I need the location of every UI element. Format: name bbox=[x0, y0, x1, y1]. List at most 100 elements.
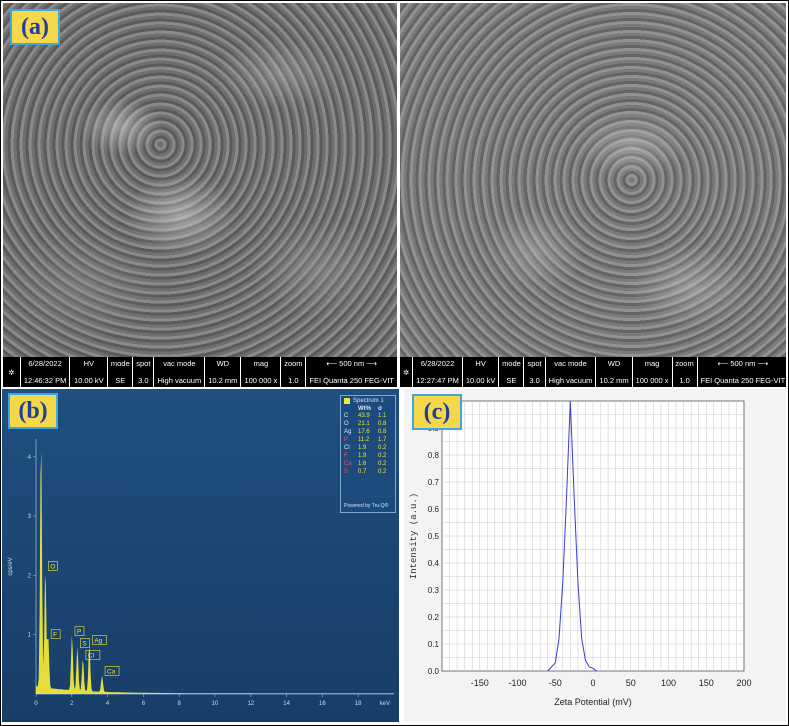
zoom-value: 1.0 bbox=[288, 376, 299, 385]
y-tick-label: 0.6 bbox=[428, 505, 440, 514]
sem-image-left: (a) ✲ 6/28/2022 12:46:32 PM HV 10.00 kV mo… bbox=[3, 3, 397, 387]
legend-row: O 21.1 0.8 bbox=[341, 420, 395, 428]
legend-row: S 0.7 0.2 bbox=[341, 468, 395, 476]
sem-image-right: ✲ 6/28/2022 12:27:47 PM HV 10.00 kV mode SE… bbox=[400, 3, 786, 387]
legend-weight: 21.1 bbox=[358, 421, 370, 427]
peak-label: Cl bbox=[88, 652, 95, 659]
x-tick-label: -100 bbox=[508, 678, 526, 688]
peak-label: Ca bbox=[107, 668, 116, 675]
legend-element: F bbox=[344, 453, 348, 459]
legend-sigma: 0.2 bbox=[378, 461, 387, 467]
wd-value: 10.2 mm bbox=[208, 376, 238, 385]
spot-value: 3.0 bbox=[138, 376, 149, 385]
legend-row: P 11.2 1.7 bbox=[341, 436, 395, 444]
wd-label: WD bbox=[607, 359, 621, 368]
y-tick-label: 0.8 bbox=[428, 451, 440, 460]
sem-time: 12:27:47 PM bbox=[416, 376, 459, 385]
legend-weight: 17.6 bbox=[358, 429, 370, 435]
mag-value: 100 000 x bbox=[635, 376, 669, 385]
x-tick-label: 10 bbox=[212, 701, 219, 707]
y-tick-label: 1 bbox=[28, 633, 32, 639]
scale-text: 500 nm bbox=[339, 359, 365, 368]
x-tick-label: 0 bbox=[590, 678, 595, 688]
legend-sigma: 1.1 bbox=[378, 413, 387, 419]
fei-logo-icon: ✲ bbox=[3, 357, 21, 387]
vac-value: High vacuum bbox=[157, 376, 202, 385]
vac-label: vac mode bbox=[163, 359, 196, 368]
legend-row: Cl 1.9 0.2 bbox=[341, 444, 395, 452]
x-tick-label: -50 bbox=[549, 678, 562, 688]
y-tick-label: 0.7 bbox=[428, 478, 440, 487]
sem-date: 6/28/2022 bbox=[28, 359, 62, 368]
x-tick-label: 2 bbox=[70, 701, 74, 707]
eds-spectrum-panel: 0 2 4 6 8 10 12 14 16 18 keV 1 2 3 4 cps/eV O F P S Cl Ag Ca (… bbox=[2, 389, 399, 722]
vac-value: High vacuum bbox=[548, 376, 593, 385]
spot-label: spot bbox=[527, 359, 542, 368]
x-tick-label: 8 bbox=[178, 701, 182, 707]
sem-info-bar: ✲ 6/28/2022 12:27:47 PM HV 10.00 kV mode SE… bbox=[400, 357, 786, 387]
legend-rows: C 43.9 1.1 O 21.1 0.8 Ag 17.6 0.8 P 11.2 1.7 Cl 1.9 0.… bbox=[341, 412, 395, 476]
wt-header: Wt% bbox=[358, 406, 371, 412]
hv-label: HV bbox=[83, 359, 95, 368]
legend-weight: 1.9 bbox=[358, 445, 367, 451]
fei-logo-icon: ✲ bbox=[400, 357, 414, 387]
y-tick-label: 0.4 bbox=[428, 559, 440, 568]
y-tick-label: 0.5 bbox=[428, 532, 440, 541]
zeta-potential-panel: -150 -100 -50 0 50 100 150 200 0.0 0.1 0.2 0.3 0.4 0.… bbox=[404, 389, 786, 722]
legend-sigma: 0.2 bbox=[378, 445, 387, 451]
mag-label: mag bbox=[644, 359, 660, 368]
x-axis-label: Zeta Potential (mV) bbox=[554, 697, 632, 707]
legend-element: S bbox=[344, 469, 349, 475]
legend-row: Ca 1.6 0.2 bbox=[341, 460, 395, 468]
legend-row: F 1.9 0.2 bbox=[341, 452, 395, 460]
mode-value: SE bbox=[506, 376, 517, 385]
y-tick-label: 0.2 bbox=[428, 613, 440, 622]
y-tick-label: 0.1 bbox=[428, 640, 440, 649]
y-tick-label: 0.0 bbox=[428, 667, 440, 676]
x-tick-label: 150 bbox=[699, 678, 714, 688]
x-tick-label: -150 bbox=[471, 678, 489, 688]
legend-title: Spectrum 1 bbox=[353, 398, 384, 404]
peak-label: Ag bbox=[94, 638, 102, 645]
hv-value: 10.00 kV bbox=[74, 376, 104, 385]
sem-micrograph bbox=[400, 3, 786, 357]
x-tick-label: 16 bbox=[319, 701, 326, 707]
spot-value: 3.0 bbox=[529, 376, 540, 385]
sem-time: 12:46:32 PM bbox=[23, 376, 67, 385]
x-tick-label: 100 bbox=[661, 678, 676, 688]
sem-date: 6/28/2022 bbox=[420, 359, 455, 368]
panel-c-label: (c) bbox=[412, 394, 462, 430]
zoom-label: zoom bbox=[284, 359, 303, 368]
legend-sigma: 0.8 bbox=[378, 421, 387, 427]
powered-by: Powered by Tru-Q® bbox=[344, 503, 389, 509]
sigma-header: σ bbox=[378, 406, 383, 412]
peak-label: P bbox=[77, 629, 81, 636]
y-axis-label: Intensity (a.u.) bbox=[409, 493, 419, 579]
y-tick-label: 4 bbox=[28, 455, 32, 461]
legend-element: C bbox=[344, 413, 349, 419]
spot-label: spot bbox=[136, 359, 151, 368]
y-axis-label: cps/eV bbox=[8, 557, 14, 575]
eds-legend: Spectrum 1 Wt% σ C 43.9 1.1 O 21.1 0.8 Ag 17.6 0… bbox=[340, 395, 396, 513]
legend-swatch bbox=[344, 398, 350, 404]
vac-label: vac mode bbox=[554, 359, 587, 368]
mag-value: 100 000 x bbox=[244, 376, 278, 385]
legend-element: Ag bbox=[344, 429, 352, 435]
hv-value: 10.00 kV bbox=[465, 376, 496, 385]
legend-weight: 0.7 bbox=[358, 469, 367, 475]
panel-a-label: (a) bbox=[10, 9, 60, 45]
peak-label: O bbox=[50, 563, 55, 570]
legend-sigma: 1.7 bbox=[378, 437, 387, 443]
legend-weight: 1.6 bbox=[358, 461, 367, 467]
y-tick-label: 0.3 bbox=[428, 586, 440, 595]
panel-b-label: (b) bbox=[8, 393, 58, 429]
x-tick-label: 18 bbox=[355, 701, 362, 707]
legend-element: O bbox=[344, 421, 349, 427]
y-tick-label: 3 bbox=[28, 514, 32, 520]
sem-micrograph bbox=[3, 3, 397, 357]
mode-value: SE bbox=[115, 376, 126, 385]
x-tick-label: 12 bbox=[247, 701, 254, 707]
wd-label: WD bbox=[216, 359, 230, 368]
sem-info-bar: ✲ 6/28/2022 12:46:32 PM HV 10.00 kV mode SE… bbox=[3, 357, 397, 387]
zoom-label: zoom bbox=[675, 359, 694, 368]
